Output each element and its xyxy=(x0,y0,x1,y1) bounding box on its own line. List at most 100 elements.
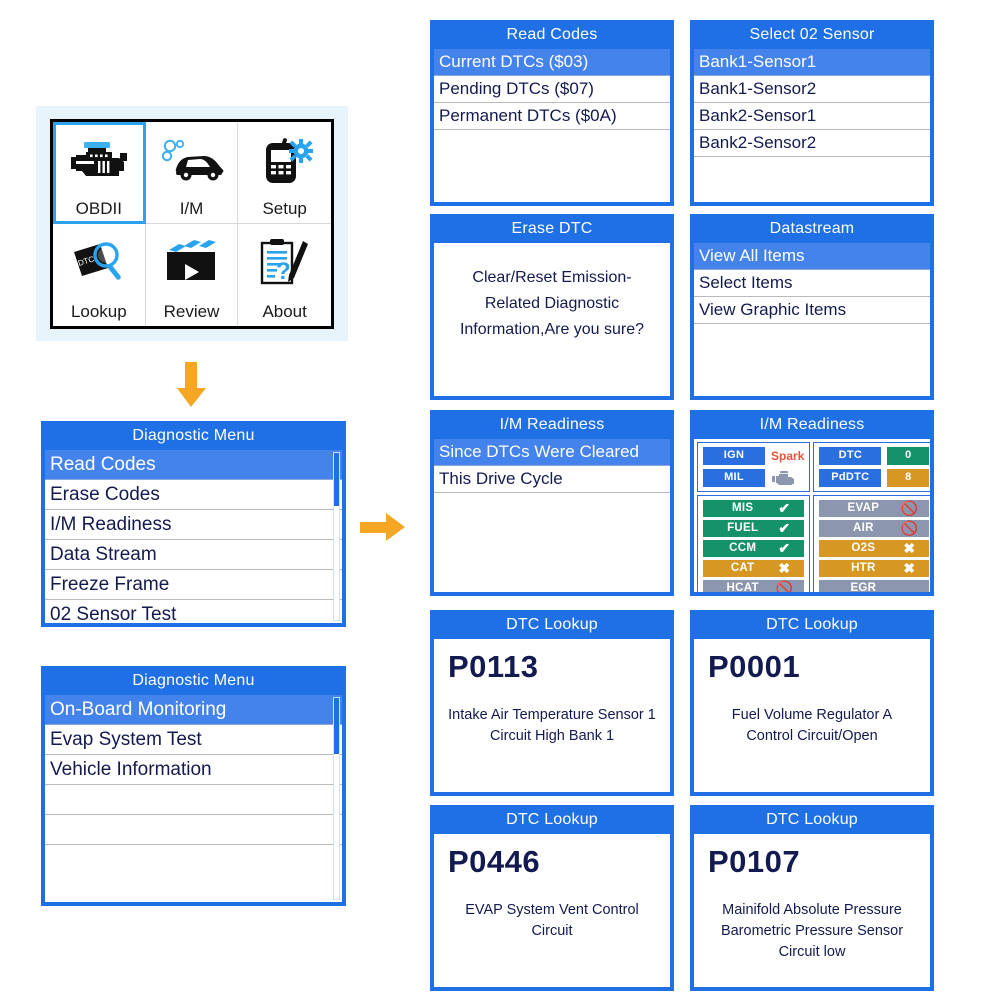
clipboard-pen-icon: ? xyxy=(256,224,314,302)
menu-item-review[interactable]: Review xyxy=(146,224,239,326)
list-item[interactable]: Read Codes xyxy=(45,450,342,480)
panel-title: Read Codes xyxy=(506,26,598,43)
dtc-code: P0001 xyxy=(708,649,801,684)
panel-body: P0446 EVAP System Vent Control Circuit xyxy=(433,833,671,988)
list-item[interactable]: Evap System Test xyxy=(45,725,342,755)
list-item-label: Current DTCs ($03) xyxy=(439,52,589,71)
monitor-row: FUEL ✔ xyxy=(703,520,805,537)
im-readiness-menu-panel: I/M Readiness Since DTCs Were Cleared Th… xyxy=(430,410,674,596)
list-item[interactable]: Bank1-Sensor1 xyxy=(694,49,930,76)
monitor-row: AIR 🚫 xyxy=(819,520,930,537)
menu-item-label: Setup xyxy=(262,199,307,218)
list-item[interactable]: Bank2-Sensor2 xyxy=(694,130,930,157)
scrollbar[interactable] xyxy=(333,452,340,621)
list-item[interactable] xyxy=(45,815,342,845)
home-screen-backdrop: OBDII I/M Setup DTC Lookup Review ? Abou… xyxy=(36,106,348,341)
diagnostic-menu-panel-1: Diagnostic Menu Read Codes Erase Codes I… xyxy=(41,421,346,627)
pddtc-label: PdDTC xyxy=(819,469,882,487)
panel-body: View All Items Select Items View Graphic… xyxy=(693,242,931,397)
monitor-status-check-icon: ✔ xyxy=(778,540,791,556)
panel-title: Erase DTC xyxy=(511,220,593,237)
list-item[interactable]: Erase Codes xyxy=(45,480,342,510)
scrollbar-thumb[interactable] xyxy=(334,453,339,507)
panel-title: Select 02 Sensor xyxy=(749,26,875,43)
list-item[interactable]: 02 Sensor Test xyxy=(45,600,342,623)
list-item-label: Evap System Test xyxy=(50,728,202,750)
list-item-label: Permanent DTCs ($0A) xyxy=(439,106,617,125)
engine-icon xyxy=(68,122,130,199)
monitor-label: FUEL xyxy=(727,522,759,534)
list-item[interactable]: This Drive Cycle xyxy=(434,466,670,493)
list-item[interactable]: Bank1-Sensor2 xyxy=(694,76,930,103)
dtc-description: Mainifold Absolute Pressure Barometric P… xyxy=(720,902,904,960)
im-monitors-left-box: MIS ✔ FUEL ✔ CCM ✔ CAT ✖ HCAT 🚫 xyxy=(697,495,811,592)
scan-tool-gear-icon xyxy=(256,122,314,199)
dtc-lookup-panel-1: DTC Lookup P0113 Intake Air Temperature … xyxy=(430,610,674,796)
dtc-description: EVAP System Vent Control Circuit xyxy=(465,902,639,939)
list-item-label: Bank2-Sensor2 xyxy=(699,133,817,152)
dtc-lookup-panel-3: DTC Lookup P0446 EVAP System Vent Contro… xyxy=(430,805,674,991)
list-item-label: Erase Codes xyxy=(50,483,160,505)
list-item[interactable] xyxy=(45,845,342,875)
list-item[interactable]: Freeze Frame xyxy=(45,570,342,600)
panel-title: Diagnostic Menu xyxy=(132,427,255,444)
list-item[interactable]: Permanent DTCs ($0A) xyxy=(434,103,670,130)
clapperboard-icon xyxy=(161,224,221,302)
confirmation-message: Clear/Reset Emission-Related Diagnostic … xyxy=(459,269,645,338)
ign-label: IGN xyxy=(703,447,765,465)
list-item[interactable]: Bank2-Sensor1 xyxy=(694,103,930,130)
dtc-label: DTC xyxy=(819,447,882,465)
menu-item-about[interactable]: ? About xyxy=(238,224,331,326)
arrow-down-icon xyxy=(172,362,210,413)
scrollbar[interactable] xyxy=(333,697,340,900)
im-status-grid: IGN Spark MIL DTC 0 PdDTC 8 MIS ✔ FUEL ✔… xyxy=(697,442,930,592)
menu-list: Bank1-Sensor1 Bank1-Sensor2 Bank2-Sensor… xyxy=(694,49,930,157)
monitor-label: EVAP xyxy=(847,502,880,514)
monitor-status-cross-icon: ✖ xyxy=(903,540,916,556)
datastream-panel: Datastream View All Items Select Items V… xyxy=(690,214,934,400)
list-item-label: Since DTCs Were Cleared xyxy=(439,442,639,461)
select-o2-sensor-panel: Select 02 Sensor Bank1-Sensor1 Bank1-Sen… xyxy=(690,20,934,206)
list-item-label: Freeze Frame xyxy=(50,573,170,595)
list-item[interactable]: View Graphic Items xyxy=(694,297,930,324)
menu-item-im[interactable]: I/M xyxy=(145,122,239,224)
panel-title: Diagnostic Menu xyxy=(132,672,255,689)
dtc-code: P0107 xyxy=(708,844,801,879)
menu-item-label: Review xyxy=(163,302,220,321)
list-item[interactable]: Pending DTCs ($07) xyxy=(434,76,670,103)
monitor-row: EVAP 🚫 xyxy=(819,500,930,517)
list-item-label: I/M Readiness xyxy=(50,513,172,535)
scrollbar-thumb[interactable] xyxy=(334,698,339,755)
monitor-label: CCM xyxy=(729,542,757,554)
panel-body: IGN Spark MIL DTC 0 PdDTC 8 MIS ✔ FUEL ✔… xyxy=(693,438,931,593)
monitor-row: CCM ✔ xyxy=(703,540,805,557)
im-dtc-row: DTC 0 xyxy=(819,447,930,465)
ign-value: Spark xyxy=(771,449,805,463)
monitor-status-check-icon: ✔ xyxy=(778,500,791,516)
list-item-label: View All Items xyxy=(699,246,805,265)
im-ign-row: IGN Spark xyxy=(703,447,804,465)
menu-item-lookup[interactable]: DTC Lookup xyxy=(53,224,146,326)
dtc-lookup-panel-2: DTC Lookup P0001 Fuel Volume Regulator A… xyxy=(690,610,934,796)
list-item[interactable]: Select Items xyxy=(694,270,930,297)
list-item[interactable]: On-Board Monitoring xyxy=(45,695,342,725)
list-item[interactable]: View All Items xyxy=(694,243,930,270)
list-item[interactable]: I/M Readiness xyxy=(45,510,342,540)
menu-item-setup[interactable]: Setup xyxy=(238,122,331,224)
list-item[interactable] xyxy=(45,785,342,815)
monitor-status-banned-icon: 🚫 xyxy=(900,500,919,516)
list-item[interactable]: Current DTCs ($03) xyxy=(434,49,670,76)
list-item[interactable]: Vehicle Information xyxy=(45,755,342,785)
panel-body: Clear/Reset Emission-Related Diagnostic … xyxy=(433,242,671,397)
panel-body: P0001 Fuel Volume Regulator A Control Ci… xyxy=(693,638,931,793)
obd-scanner-screens-collage: OBDII I/M Setup DTC Lookup Review ? Abou… xyxy=(0,0,1000,1000)
menu-item-obdii[interactable]: OBDII xyxy=(53,122,146,224)
panel-body: P0113 Intake Air Temperature Sensor 1 Ci… xyxy=(433,638,671,793)
diagnostic-menu-panel-2: Diagnostic Menu On-Board Monitoring Evap… xyxy=(41,666,346,906)
list-item-label: Bank1-Sensor2 xyxy=(699,79,817,98)
list-item-label: This Drive Cycle xyxy=(439,469,563,488)
im-dtc-counts-box: DTC 0 PdDTC 8 xyxy=(813,442,930,492)
list-item[interactable]: Data Stream xyxy=(45,540,342,570)
monitor-label: MIS xyxy=(732,502,754,514)
list-item[interactable]: Since DTCs Were Cleared xyxy=(434,439,670,466)
